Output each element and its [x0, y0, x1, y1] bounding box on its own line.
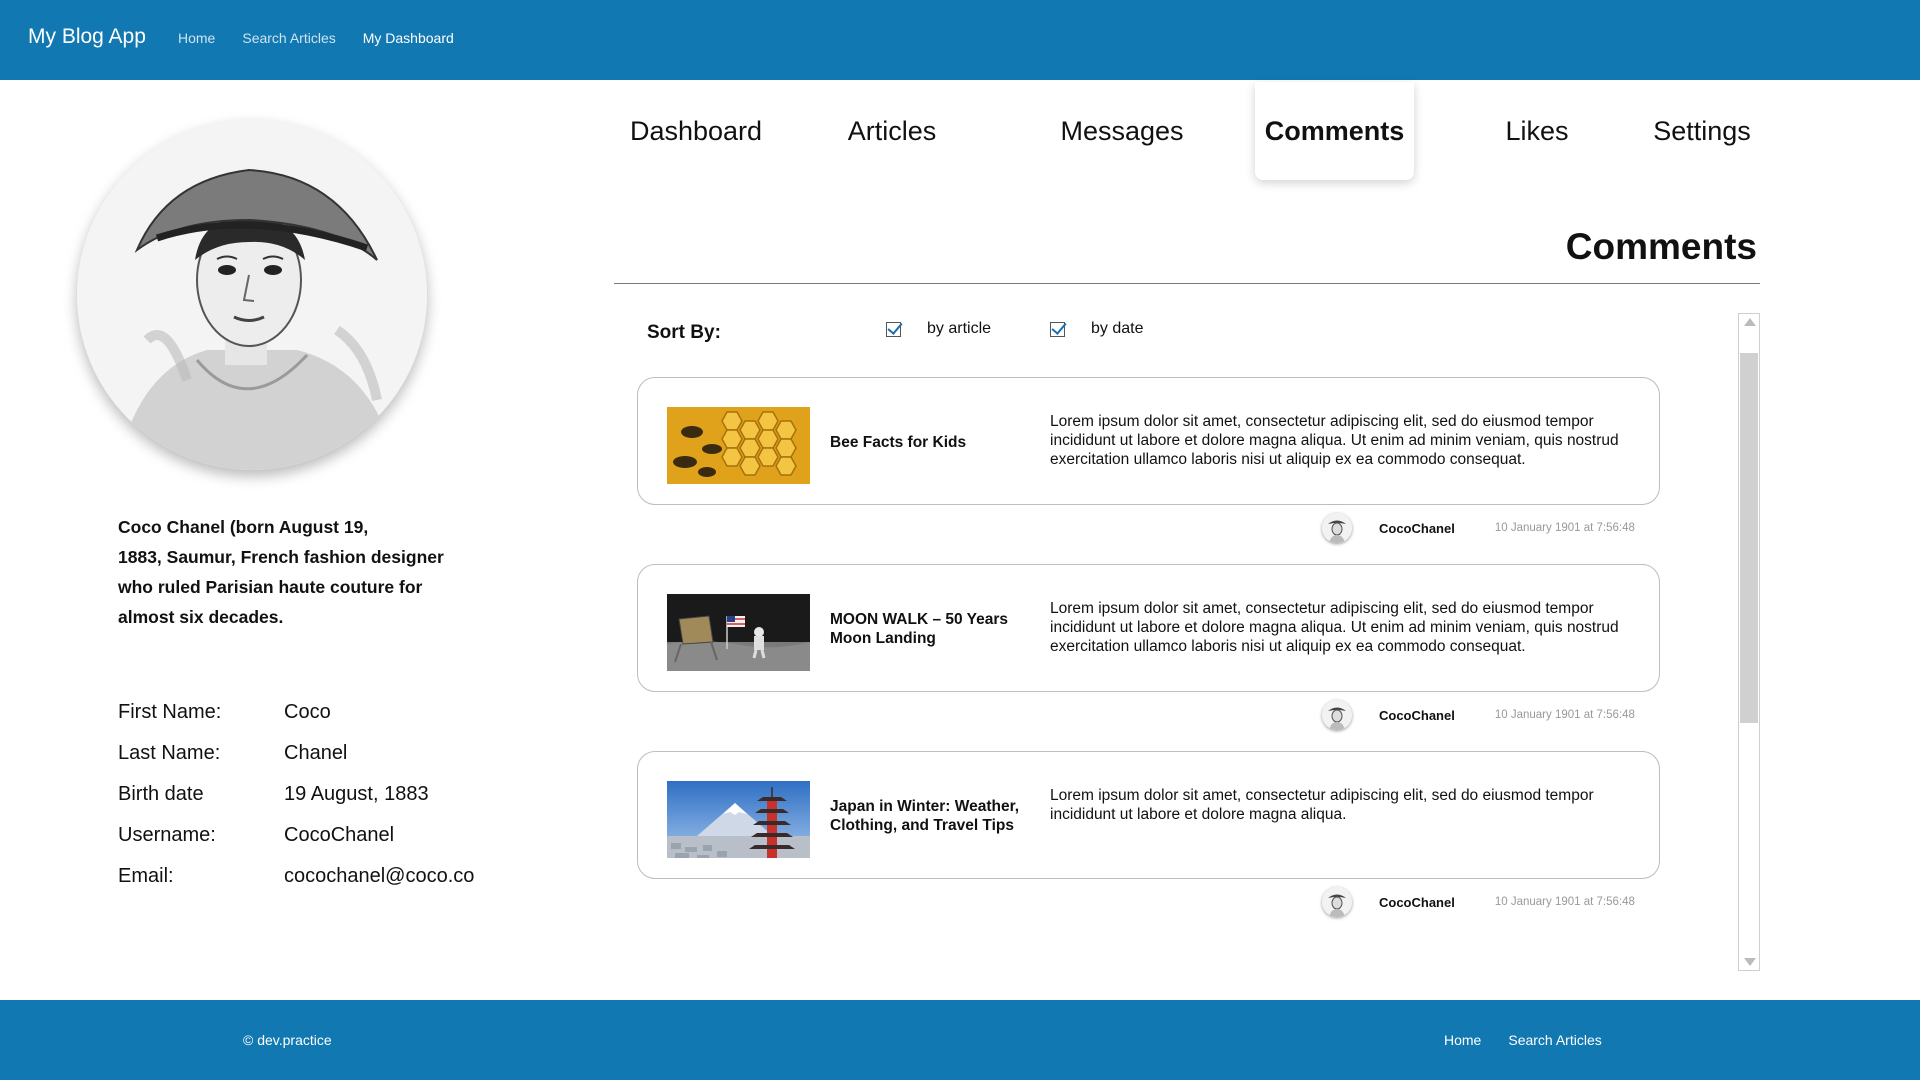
top-navbar: My Blog App Home Search Articles My Dash…	[0, 0, 1920, 80]
sort-by-date-checkbox[interactable]	[1050, 321, 1065, 337]
sort-by-date-option[interactable]: by date	[1050, 320, 1143, 338]
last-name-row: Last Name: Chanel	[118, 733, 474, 774]
footer: © dev.practice Home Search Articles	[0, 1000, 1920, 1080]
moon-landing-image	[667, 594, 810, 671]
comments-scrollbar[interactable]	[1738, 313, 1760, 971]
comment-date: 10 January 1901 at 7:56:48	[1494, 709, 1635, 721]
tab-dashboard[interactable]: Dashboard	[616, 82, 776, 180]
profile-details: First Name: Coco Last Name: Chanel Birth…	[118, 692, 474, 897]
tab-likes[interactable]: Likes	[1482, 82, 1592, 180]
article-title-link[interactable]: MOON WALK – 50 Years Moon Landing	[830, 565, 1030, 693]
section-divider	[614, 283, 1760, 284]
article-thumbnail[interactable]	[667, 594, 810, 671]
footer-copyright: © dev.practice	[243, 1032, 332, 1048]
email-row: Email: cocochanel@coco.co	[118, 856, 474, 897]
email-label: Email:	[118, 865, 174, 887]
user-avatar-image	[1322, 513, 1352, 543]
footer-home-link[interactable]: Home	[1444, 1032, 1481, 1048]
sort-by-label: Sort By:	[647, 322, 721, 343]
tab-articles[interactable]: Articles	[824, 82, 960, 180]
birth-date-label: Birth date	[118, 783, 204, 805]
comment-text: Lorem ipsum dolor sit amet, consectetur …	[1050, 413, 1619, 468]
username-row: Username: CocoChanel	[118, 815, 474, 856]
user-avatar-image	[1322, 887, 1352, 917]
comment-username[interactable]: CocoChanel	[1379, 895, 1455, 910]
tab-messages[interactable]: Messages	[1042, 82, 1202, 180]
sort-by-article-label: by article	[927, 320, 992, 337]
comment-text: Lorem ipsum dolor sit amet, consectetur …	[1050, 600, 1619, 655]
last-name-value: Chanel	[284, 742, 348, 764]
article-thumbnail[interactable]	[667, 781, 810, 858]
first-name-label: First Name:	[118, 701, 222, 723]
honeycomb-bees-image	[667, 407, 810, 484]
section-title: Comments	[1565, 226, 1757, 267]
scroll-up-arrow-icon[interactable]	[1744, 318, 1756, 326]
footer-nav: Home Search Articles	[1444, 1032, 1602, 1048]
comment-card[interactable]: Japan in Winter: Weather, Clothing, and …	[637, 751, 1660, 879]
comment-meta: CocoChanel 10 January 1901 at 7:56:48	[1322, 887, 1635, 917]
comment-username[interactable]: CocoChanel	[1379, 521, 1455, 536]
scroll-down-arrow-icon[interactable]	[1744, 958, 1756, 966]
birth-date-value: 19 August, 1883	[284, 783, 429, 805]
japan-pagoda-image	[667, 781, 810, 858]
first-name-row: First Name: Coco	[118, 692, 474, 733]
comment-date: 10 January 1901 at 7:56:48	[1494, 522, 1635, 534]
birth-date-row: Birth date 19 August, 1883	[118, 774, 474, 815]
last-name-label: Last Name:	[118, 742, 221, 764]
sort-by-article-checkbox[interactable]	[886, 321, 901, 337]
user-avatar-image	[1322, 700, 1352, 730]
article-title-link[interactable]: Japan in Winter: Weather, Clothing, and …	[830, 752, 1030, 880]
comment-date: 10 January 1901 at 7:56:48	[1494, 896, 1635, 908]
first-name-value: Coco	[284, 701, 331, 723]
comment-text: Lorem ipsum dolor sit amet, consectetur …	[1050, 787, 1594, 823]
username-value: CocoChanel	[284, 824, 395, 846]
article-title-link[interactable]: Bee Facts for Kids	[830, 378, 1030, 506]
comment-card[interactable]: Bee Facts for Kids Lorem ipsum dolor sit…	[637, 377, 1660, 505]
username-label: Username:	[118, 824, 216, 846]
nav-my-dashboard-link[interactable]: My Dashboard	[363, 30, 454, 46]
user-avatar[interactable]	[1322, 700, 1352, 730]
profile-avatar	[77, 120, 427, 470]
nav-search-articles-link[interactable]: Search Articles	[242, 30, 335, 46]
nav-home-link[interactable]: Home	[178, 30, 215, 46]
comment-card[interactable]: MOON WALK – 50 Years Moon Landing Lorem …	[637, 564, 1660, 692]
sort-by-article-option[interactable]: by article	[886, 320, 991, 338]
comment-meta: CocoChanel 10 January 1901 at 7:56:48	[1322, 513, 1635, 543]
scrollbar-thumb[interactable]	[1740, 353, 1758, 723]
app-title[interactable]: My Blog App	[28, 25, 146, 49]
tab-comments[interactable]: Comments	[1255, 82, 1414, 180]
top-nav: Home Search Articles My Dashboard	[178, 30, 454, 46]
comment-username[interactable]: CocoChanel	[1379, 708, 1455, 723]
profile-bio: Coco Chanel (born August 19, 1883, Saumu…	[118, 517, 444, 627]
comment-meta: CocoChanel 10 January 1901 at 7:56:48	[1322, 700, 1635, 730]
footer-search-articles-link[interactable]: Search Articles	[1508, 1032, 1601, 1048]
user-avatar[interactable]	[1322, 887, 1352, 917]
email-value: cocochanel@coco.co	[284, 865, 475, 887]
sort-by-date-label: by date	[1091, 320, 1144, 337]
user-avatar[interactable]	[1322, 513, 1352, 543]
dashboard-tabs: Dashboard Articles Messages Comments Lik…	[616, 82, 1758, 182]
article-thumbnail[interactable]	[667, 407, 810, 484]
tab-settings[interactable]: Settings	[1646, 82, 1758, 180]
portrait-image	[77, 120, 427, 470]
